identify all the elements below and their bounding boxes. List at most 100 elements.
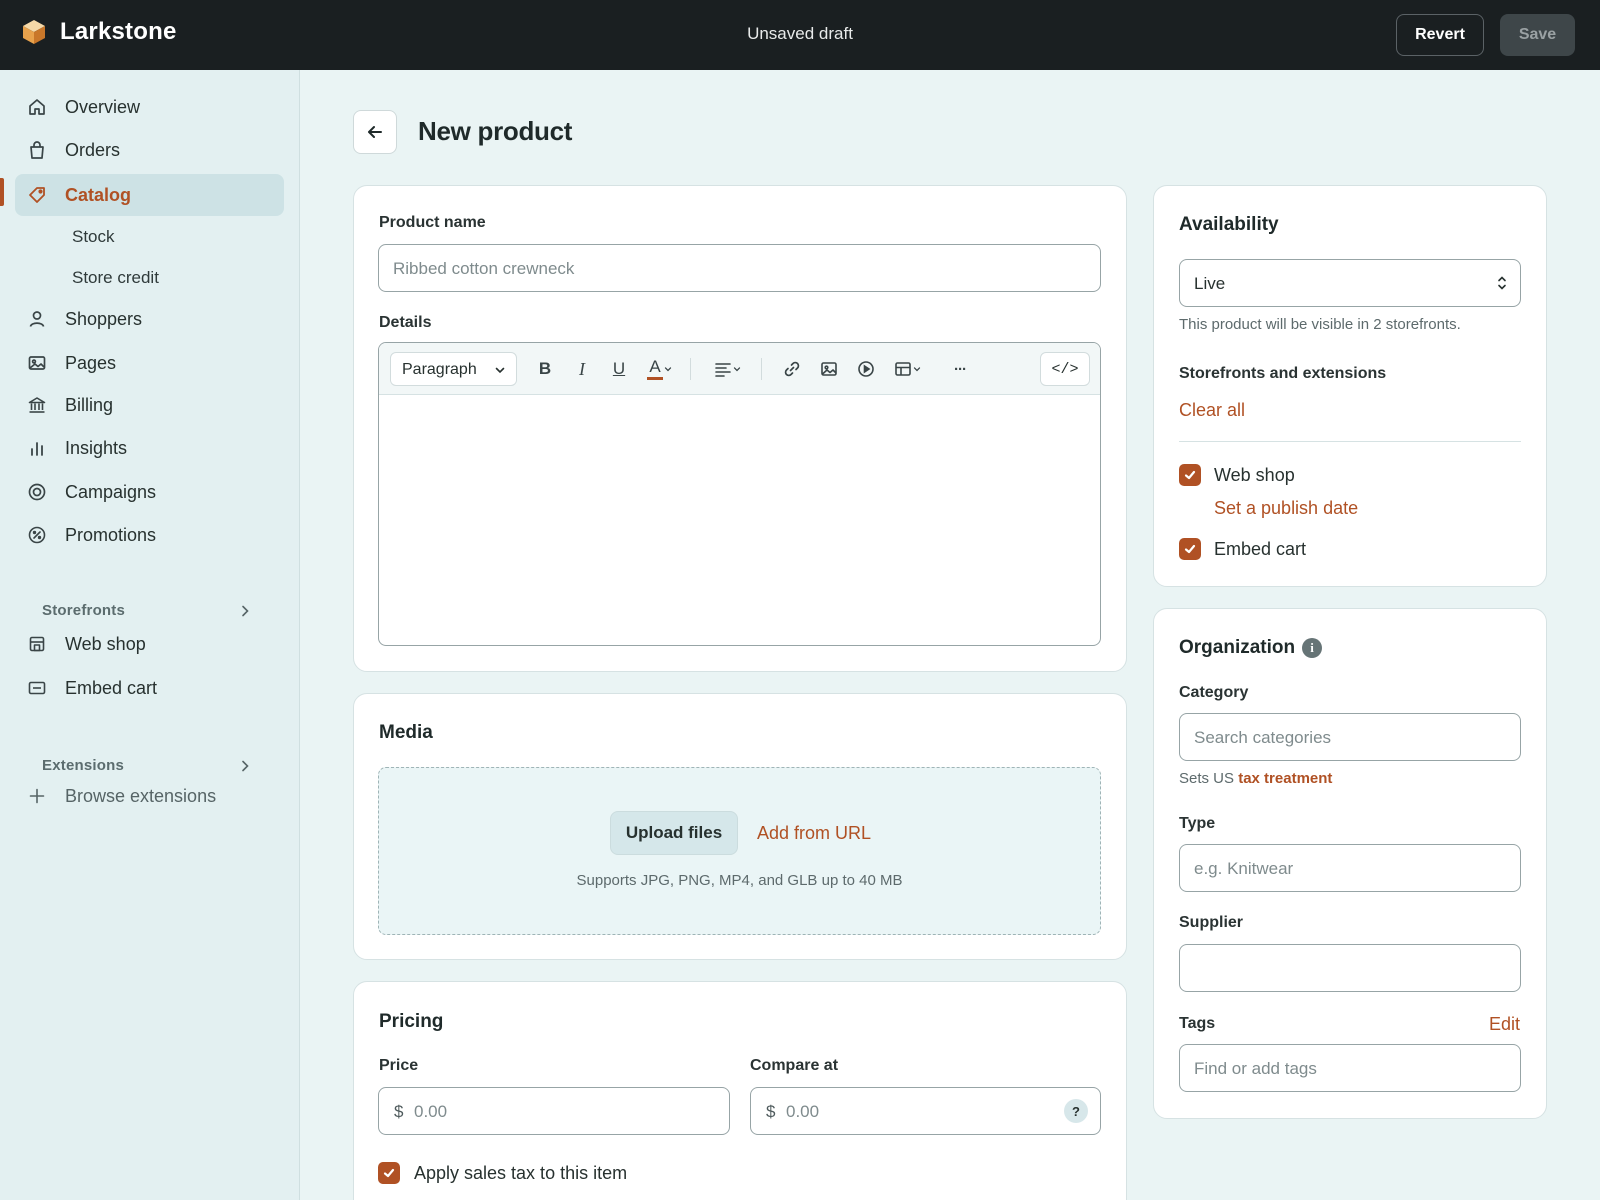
browse-extensions-link[interactable]: Browse extensions xyxy=(15,775,284,817)
price-placeholder: 0.00 xyxy=(414,1102,448,1121)
sidebar-item-overview[interactable]: Overview xyxy=(15,86,284,128)
align-left-icon xyxy=(715,363,731,377)
sidebar-subitem-stock[interactable]: Stock xyxy=(72,227,115,247)
insert-image-button[interactable] xyxy=(817,357,841,381)
sidebar-item-label: Pages xyxy=(65,352,117,373)
sidebar-item-web-shop[interactable]: Web shop xyxy=(15,623,284,665)
target-icon xyxy=(28,483,46,501)
compare-at-field[interactable]: $ 0.00 xyxy=(750,1087,1101,1135)
bold-glyph: B xyxy=(538,359,552,378)
web-shop-checkbox[interactable] xyxy=(1179,464,1201,486)
embed-cart-checkbox[interactable] xyxy=(1179,538,1201,560)
chevron-down-icon xyxy=(664,367,672,372)
sales-tax-label[interactable]: Apply sales tax to this item xyxy=(414,1163,627,1184)
sidebar-item-label: Promotions xyxy=(65,524,157,545)
currency-symbol: $ xyxy=(766,1102,776,1121)
set-publish-date-link[interactable]: Set a publish date xyxy=(1214,498,1358,519)
type-placeholder: e.g. Knitwear xyxy=(1194,859,1294,878)
insert-link-button[interactable] xyxy=(780,357,804,381)
web-shop-label[interactable]: Web shop xyxy=(1214,465,1295,486)
sidebar-item-promotions[interactable]: Promotions xyxy=(15,514,284,556)
save-button[interactable]: Save xyxy=(1500,14,1575,56)
app-name: Larkstone xyxy=(60,18,177,45)
type-label: Type xyxy=(1179,815,1216,832)
edit-tags-link[interactable]: Edit xyxy=(1489,1014,1520,1035)
embed-cart-label[interactable]: Embed cart xyxy=(1214,539,1306,560)
underline-button[interactable]: U xyxy=(607,357,631,381)
media-dropzone[interactable]: Upload files Add from URL Supports JPG, … xyxy=(378,767,1101,935)
upload-files-button[interactable]: Upload files xyxy=(610,811,738,855)
sales-tax-checkbox[interactable] xyxy=(378,1162,400,1184)
info-icon[interactable]: i xyxy=(1302,638,1322,658)
tags-placeholder: Find or add tags xyxy=(1194,1059,1317,1078)
supplier-field[interactable] xyxy=(1179,944,1521,992)
checkmark-icon xyxy=(1184,544,1196,554)
revert-button[interactable]: Revert xyxy=(1396,14,1484,56)
toolbar-divider xyxy=(690,358,691,380)
sidebar-item-campaigns[interactable]: Campaigns xyxy=(15,471,284,513)
availability-select[interactable]: Live xyxy=(1179,259,1521,307)
embed-card-icon xyxy=(28,681,46,695)
category-search-input[interactable]: Search categories xyxy=(1179,713,1521,761)
availability-title: Availability xyxy=(1179,214,1279,235)
cube-logo-icon xyxy=(23,20,45,44)
organization-title: Organization xyxy=(1179,637,1296,658)
tax-hint-text: Sets US xyxy=(1179,770,1235,787)
clear-all-link[interactable]: Clear all xyxy=(1179,400,1245,421)
align-button[interactable] xyxy=(710,357,746,381)
underline-glyph: U xyxy=(612,359,626,378)
insert-video-button[interactable] xyxy=(854,357,878,381)
availability-hint: This product will be visible in 2 storef… xyxy=(1179,316,1461,333)
person-icon xyxy=(29,311,45,327)
ellipsis-icon: ··· xyxy=(954,360,967,378)
availability-value: Live xyxy=(1194,274,1226,293)
image-icon xyxy=(821,362,837,376)
bank-icon xyxy=(28,397,46,413)
sidebar-item-label: Web shop xyxy=(65,633,146,654)
text-color-button[interactable]: A xyxy=(643,357,677,381)
add-from-url-link[interactable]: Add from URL xyxy=(757,823,871,844)
sidebar-item-embed-cart[interactable]: Embed cart xyxy=(15,667,284,709)
draft-status: Unsaved draft xyxy=(747,24,853,43)
storefronts-extensions-heading: Storefronts and extensions xyxy=(1179,365,1387,382)
compare-at-label: Compare at xyxy=(750,1057,839,1074)
details-label: Details xyxy=(379,314,432,331)
price-field[interactable]: $ 0.00 xyxy=(378,1087,730,1135)
paragraph-style-select[interactable]: Paragraph xyxy=(390,352,517,386)
play-circle-icon xyxy=(858,361,874,377)
sidebar-subitem-store-credit[interactable]: Store credit xyxy=(72,268,159,288)
text-color-swatch xyxy=(647,377,663,380)
category-placeholder: Search categories xyxy=(1194,728,1332,747)
bold-button[interactable]: B xyxy=(533,357,557,381)
sidebar-item-insights[interactable]: Insights xyxy=(15,427,284,469)
tags-input[interactable]: Find or add tags xyxy=(1179,1044,1521,1092)
chevron-right-icon[interactable] xyxy=(238,759,252,773)
image-icon xyxy=(28,356,46,370)
sidebar-item-shoppers[interactable]: Shoppers xyxy=(15,298,284,340)
tax-treatment-link[interactable]: tax treatment xyxy=(1238,770,1332,787)
type-field[interactable]: e.g. Knitwear xyxy=(1179,844,1521,892)
help-icon[interactable]: ? xyxy=(1064,1099,1088,1123)
editor-content-area[interactable] xyxy=(379,396,1100,645)
insert-table-button[interactable] xyxy=(890,357,926,381)
italic-glyph: I xyxy=(579,358,585,379)
italic-button[interactable]: I xyxy=(570,357,594,381)
tax-treatment-hint: Sets US tax treatment xyxy=(1179,770,1332,787)
sidebar-item-billing[interactable]: Billing xyxy=(15,384,284,426)
sidebar-item-orders[interactable]: Orders xyxy=(15,129,284,171)
product-name-field[interactable]: Ribbed cotton crewneck xyxy=(378,244,1101,292)
chevron-right-icon[interactable] xyxy=(238,604,252,618)
html-source-button[interactable]: </> xyxy=(1040,352,1090,386)
sidebar-item-catalog[interactable]: Catalog xyxy=(15,174,284,216)
storefronts-section-heading[interactable]: Storefronts xyxy=(42,602,125,619)
brand[interactable]: Larkstone xyxy=(22,18,177,46)
sidebar-item-label: Insights xyxy=(65,437,128,458)
bar-chart-icon xyxy=(31,442,43,456)
back-button[interactable] xyxy=(353,110,397,154)
more-options-button[interactable]: ··· xyxy=(948,357,972,381)
home-icon xyxy=(29,99,45,115)
extensions-section-heading[interactable]: Extensions xyxy=(42,757,124,774)
text-color-icon: A xyxy=(647,357,663,381)
store-icon xyxy=(29,636,45,652)
sidebar-item-pages[interactable]: Pages xyxy=(15,342,284,384)
